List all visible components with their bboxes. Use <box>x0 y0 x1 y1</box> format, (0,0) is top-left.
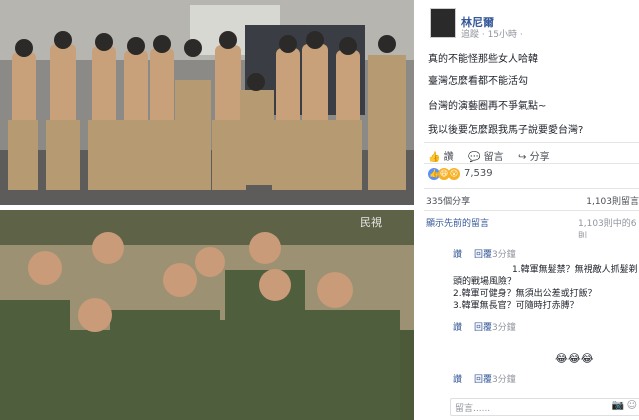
share-arrow-icon: ↪ <box>518 152 527 163</box>
smiley-icon[interactable]: ☺ <box>627 400 637 411</box>
divider-reactions <box>424 188 639 189</box>
post-text-line-4: 我以後要怎麼跟我馬子說要愛台灣? <box>428 125 584 136</box>
thumb-up-icon: 👍 <box>428 152 441 163</box>
photo-bottom-illustration: 民視 <box>0 210 414 420</box>
share-button[interactable]: ↪ 分享 <box>518 148 550 163</box>
post-text-line-1: 真的不能怪那些女人哈韓 <box>428 54 538 65</box>
divider-top <box>424 142 639 143</box>
comment-reply-link[interactable]: 回覆 <box>474 372 492 385</box>
comment-like-link[interactable]: 讚 <box>453 320 462 333</box>
view-previous-comments-link[interactable]: 顯示先前的留言 <box>426 216 489 229</box>
reply-placeholder: 留言...... <box>455 404 491 414</box>
photo-soldiers-shirtless[interactable] <box>0 0 414 205</box>
post-meta[interactable]: 追蹤 · 15小時 · <box>461 27 523 40</box>
post-text-line-3: 台灣的演藝圈再不爭氣點~ <box>428 101 547 112</box>
comment-count[interactable]: 1,103則留言 <box>586 194 639 207</box>
post-text-line-2: 臺灣怎麼看都不能活勾 <box>428 76 528 87</box>
divider-mid <box>424 163 639 164</box>
photo-soldiers-uniform[interactable]: 民視 <box>0 210 414 420</box>
comment-reply-link[interactable]: 回覆 <box>474 320 492 333</box>
speech-bubble-icon: 💬 <box>468 152 481 163</box>
author-avatar[interactable] <box>430 8 456 38</box>
action-bar: 👍 讚 💬 留言 ↪ 分享 <box>426 148 639 163</box>
like-button[interactable]: 👍 讚 <box>428 148 454 163</box>
comment-emoji: 😂😂😂 <box>555 352 594 365</box>
divider-stats <box>424 210 639 211</box>
comment-text-line-1: 1.韓軍無髮禁？無視敵人抓髮剃 <box>512 265 638 275</box>
comment-like-link[interactable]: 讚 <box>453 247 462 260</box>
comment-button[interactable]: 💬 留言 <box>468 148 504 163</box>
reply-input[interactable]: 留言...... 📷 ☺ <box>450 398 639 416</box>
comment-time: 3分鐘 <box>492 250 516 260</box>
reaction-count: 7,539 <box>464 168 493 179</box>
comment-time: 3分鐘 <box>492 375 516 385</box>
photo-top-illustration <box>0 0 414 205</box>
comment-text-line-4: 3.韓軍無長官？可隨時打赤膊？ <box>453 301 579 311</box>
tv-watermark: 民視 <box>360 215 382 229</box>
wow-reaction-icon: 😮 <box>448 168 460 180</box>
comment-reply-link[interactable]: 回覆 <box>474 247 492 260</box>
comment-like-link[interactable]: 讚 <box>453 372 462 385</box>
comment-time: 3分鐘 <box>492 323 516 333</box>
camera-icon[interactable]: 📷 <box>612 400 624 411</box>
share-count[interactable]: 335個分享 <box>426 194 470 207</box>
